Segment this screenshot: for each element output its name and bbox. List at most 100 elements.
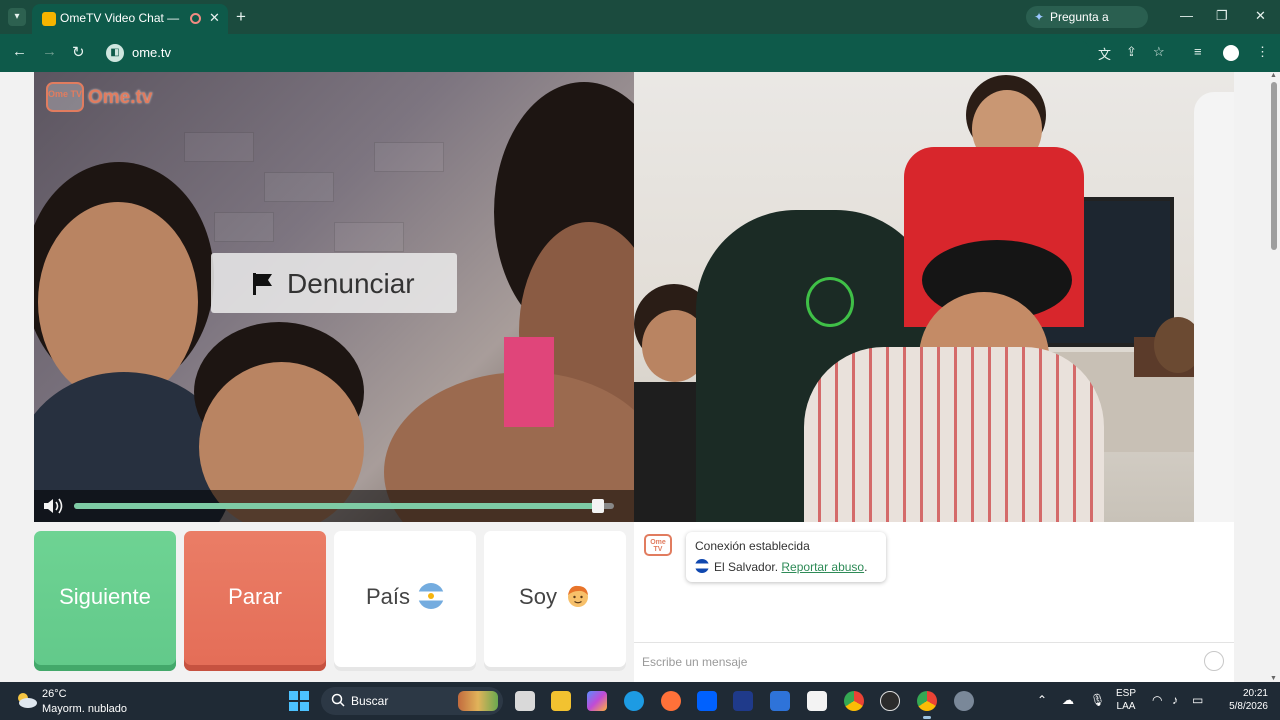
partner-country: El Salvador. bbox=[714, 560, 779, 574]
scrollbar-thumb[interactable] bbox=[1271, 82, 1277, 250]
logo-wordmark: Ome.tv bbox=[88, 87, 153, 108]
wall-brick bbox=[184, 132, 254, 162]
gender-button[interactable]: Soy bbox=[484, 531, 626, 671]
mail-icon[interactable] bbox=[770, 691, 790, 711]
task-view-icon[interactable] bbox=[515, 691, 535, 711]
stop-button[interactable]: Parar bbox=[184, 531, 326, 671]
el-salvador-flag-icon bbox=[695, 559, 709, 573]
active-app-indicator bbox=[923, 716, 931, 719]
chat-ometv-logo-icon: Ome TV bbox=[644, 534, 672, 556]
browser-tabstrip: ▾ OmeTV Video Chat — Ome ✕ + ✦ Pregunta … bbox=[0, 0, 1280, 46]
connection-status: Conexión establecida bbox=[695, 539, 810, 553]
tab-search-chevron-down-icon[interactable]: ▾ bbox=[8, 8, 26, 26]
chat-panel: Ome TV Conexión establecida El Salvador.… bbox=[634, 522, 1234, 682]
person-shirt bbox=[634, 382, 704, 522]
windows-start-icon[interactable] bbox=[289, 691, 309, 711]
volume-slider-fill bbox=[74, 503, 598, 509]
new-tab-plus-icon[interactable]: + bbox=[236, 7, 246, 27]
volume-slider[interactable] bbox=[74, 499, 614, 513]
next-button[interactable]: Siguiente bbox=[34, 531, 176, 671]
reading-list-icon[interactable]: ≡ bbox=[1194, 44, 1202, 59]
report-button[interactable]: Denunciar bbox=[211, 253, 457, 313]
wall-brick bbox=[374, 142, 444, 172]
input-language[interactable]: ESP LAA bbox=[1116, 687, 1136, 713]
microphone-icon[interactable]: 🎙 bbox=[1090, 693, 1105, 707]
battery-icon[interactable]: ▭ bbox=[1192, 693, 1203, 707]
show-hidden-icons-chevron-icon[interactable]: ⌃ bbox=[1037, 693, 1047, 707]
minimize-icon[interactable]: — bbox=[1180, 8, 1193, 23]
system-message: Conexión establecida El Salvador. Report… bbox=[686, 532, 886, 582]
partner-country-line: El Salvador. Reportar abuso. bbox=[695, 559, 867, 574]
scroll-up-arrow-icon[interactable]: ▲ bbox=[1270, 72, 1277, 79]
more-menu-icon[interactable]: ⋮ bbox=[1256, 44, 1269, 60]
install-app-icon[interactable]: ⇪ bbox=[1126, 44, 1137, 60]
razer-logo bbox=[806, 277, 854, 327]
address-bar[interactable]: ◧ ome.tv bbox=[100, 39, 1090, 67]
message-input[interactable] bbox=[642, 650, 1192, 674]
copilot-icon[interactable] bbox=[587, 691, 607, 711]
window-close-icon[interactable]: ✕ bbox=[1255, 8, 1266, 24]
report-abuse-link[interactable]: Reportar abuso bbox=[781, 560, 864, 574]
emoji-smiley-icon[interactable] bbox=[1204, 651, 1224, 671]
weather-description: Mayorm. nublado bbox=[42, 703, 127, 715]
argentina-flag-icon bbox=[418, 583, 445, 610]
edge-icon[interactable] bbox=[624, 691, 644, 711]
chatgpt-icon[interactable] bbox=[880, 691, 900, 711]
search-label: Buscar bbox=[351, 694, 389, 708]
search-highlight-image bbox=[458, 691, 498, 711]
wifi-icon[interactable]: ◠ bbox=[1152, 693, 1162, 707]
store-icon[interactable] bbox=[807, 691, 827, 711]
bookmark-star-icon[interactable]: ☆ bbox=[1153, 44, 1165, 60]
tab-ometv[interactable]: OmeTV Video Chat — Ome ✕ bbox=[32, 4, 228, 34]
system-clock[interactable]: 20:21 5/8/2026 bbox=[1212, 687, 1268, 713]
speaker-volume-icon[interactable] bbox=[42, 496, 68, 516]
volume-slider-handle[interactable] bbox=[591, 499, 604, 513]
forward-arrow-icon[interactable]: → bbox=[42, 43, 57, 60]
language-code: ESP bbox=[1116, 688, 1137, 699]
scroll-down-arrow-icon[interactable]: ▼ bbox=[1270, 675, 1277, 682]
keyboard-layout: LAA bbox=[1116, 701, 1136, 712]
tab-title: OmeTV Video Chat — Ome bbox=[60, 11, 182, 25]
flag-icon bbox=[253, 273, 272, 295]
pink-top bbox=[504, 337, 554, 427]
firefox-icon[interactable] bbox=[661, 691, 681, 711]
partly-cloudy-icon bbox=[18, 693, 37, 708]
chrome-active-icon[interactable] bbox=[917, 691, 937, 711]
report-label: Denunciar bbox=[287, 268, 415, 299]
wall-brick bbox=[214, 212, 274, 242]
clock-date: 5/8/2026 bbox=[1229, 701, 1268, 712]
profile-avatar[interactable] bbox=[1223, 45, 1239, 61]
wall-brick bbox=[334, 222, 404, 252]
ometv-page: Ome TV Ome.tv Denunciar Siguiente Parar … bbox=[0, 72, 1280, 682]
site-info-icon[interactable]: ◧ bbox=[106, 44, 124, 62]
reload-icon[interactable]: ↻ bbox=[72, 43, 85, 61]
chrome-icon[interactable] bbox=[844, 691, 864, 711]
browser-toolbar: ← → ↻ ◧ ome.tv 文 ⇪ ☆ ≡ ⋮ bbox=[0, 34, 1280, 72]
shield-app-icon[interactable] bbox=[733, 691, 753, 711]
logo-tv-icon: Ome TV bbox=[46, 82, 84, 112]
gender-label: Soy bbox=[519, 584, 557, 609]
volume-icon[interactable]: ♪ bbox=[1172, 693, 1178, 707]
chat-input-area bbox=[634, 642, 1234, 682]
person-edge bbox=[1194, 92, 1234, 522]
tab-close-icon[interactable]: ✕ bbox=[209, 10, 220, 26]
self-video bbox=[634, 72, 1234, 522]
url-text: ome.tv bbox=[132, 45, 172, 60]
back-arrow-icon[interactable]: ← bbox=[12, 43, 27, 60]
plaid-shirt bbox=[804, 347, 1104, 522]
country-label: País bbox=[365, 584, 411, 609]
gemini-button[interactable]: ✦ Pregunta a Gemini bbox=[1026, 6, 1148, 46]
country-button[interactable]: País bbox=[334, 531, 476, 671]
weather-widget[interactable]: 26°C Mayorm. nublado bbox=[14, 686, 134, 716]
file-explorer-icon[interactable] bbox=[551, 691, 571, 711]
taskbar-search[interactable]: Buscar bbox=[321, 687, 503, 715]
onedrive-cloud-icon[interactable]: ☁ bbox=[1062, 693, 1074, 707]
dropbox-icon[interactable] bbox=[697, 691, 717, 711]
wall-brick bbox=[264, 172, 334, 202]
volume-bar bbox=[34, 490, 634, 522]
settings-gear-icon[interactable] bbox=[954, 691, 974, 711]
maximize-icon[interactable]: ❐ bbox=[1216, 8, 1228, 24]
recording-indicator-icon bbox=[190, 13, 201, 24]
translate-icon[interactable]: 文 bbox=[1098, 44, 1111, 63]
page-scrollbar[interactable]: ▲ ▼ bbox=[1268, 72, 1280, 682]
